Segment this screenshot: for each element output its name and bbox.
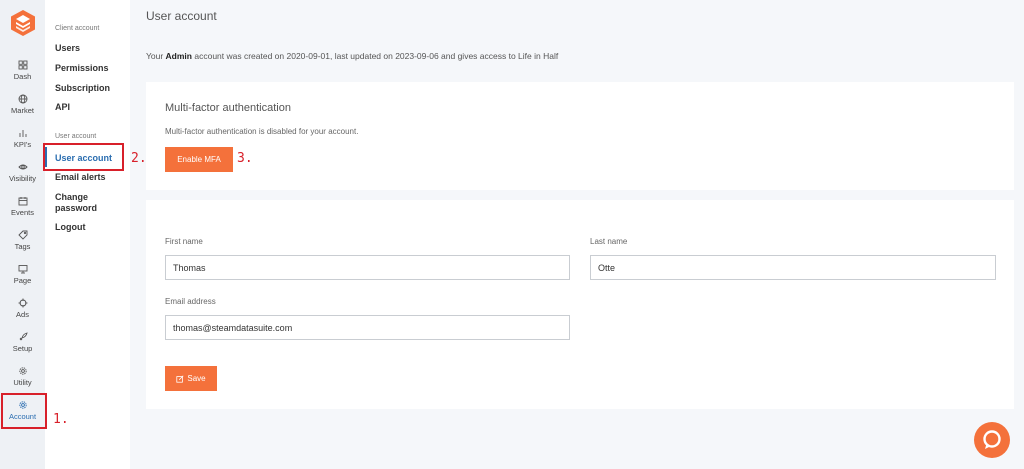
rail-item-label: Visibility: [9, 174, 36, 183]
subnav-item-logout[interactable]: Logout: [55, 222, 86, 232]
mfa-card: Multi-factor authentication Multi-factor…: [146, 82, 1014, 190]
secondary-nav: Client account Users Permissions Subscri…: [45, 0, 130, 469]
rail-item-label: Page: [13, 276, 32, 285]
tag-icon: [17, 230, 27, 240]
info-prefix: Your: [146, 51, 166, 61]
annotation-label-1: 1.: [53, 412, 69, 427]
email-label: Email address: [165, 297, 216, 306]
calendar-icon: [18, 197, 27, 206]
monitor-icon: [18, 265, 27, 274]
page-title: User account: [146, 9, 217, 23]
save-label: Save: [187, 374, 206, 383]
chat-button[interactable]: [974, 422, 1010, 458]
chat-icon: [983, 430, 1001, 449]
eye-icon: [17, 164, 28, 170]
rail-item-page[interactable]: Page: [0, 264, 45, 294]
info-suffix: account was created on 2020-09-01, last …: [192, 51, 559, 61]
mfa-title: Multi-factor authentication: [165, 102, 291, 114]
rail-item-utility[interactable]: Utility: [0, 366, 45, 396]
rail-item-label: Ads: [16, 310, 29, 319]
client-account-heading: Client account: [55, 25, 100, 32]
annotation-label-2: 2.: [131, 151, 147, 166]
subnav-item-subscription[interactable]: Subscription: [55, 83, 110, 93]
rail-item-label: Dash: [13, 72, 32, 81]
rail-item-setup[interactable]: Setup: [0, 332, 45, 362]
rail-item-label: Tags: [14, 242, 31, 251]
last-name-field[interactable]: [590, 255, 996, 280]
bar-chart-icon: [19, 130, 26, 137]
edit-icon: [176, 375, 184, 383]
dashboard-icon: [18, 60, 27, 70]
save-button[interactable]: Save: [165, 366, 217, 391]
first-name-label: First name: [165, 237, 203, 246]
subnav-item-change-password[interactable]: Change password: [55, 192, 125, 214]
subnav-item-api[interactable]: API: [55, 102, 70, 112]
rail-item-ads[interactable]: Ads: [0, 298, 45, 328]
rail-item-tags[interactable]: Tags: [0, 230, 45, 260]
last-name-label: Last name: [590, 237, 628, 246]
logo-icon[interactable]: [9, 9, 37, 37]
rail-item-label: Utility: [13, 378, 32, 387]
rail-item-dash[interactable]: Dash: [0, 60, 45, 90]
info-role: Admin: [165, 51, 192, 61]
email-field[interactable]: [165, 315, 570, 340]
profile-card: First name Last name Email address Save: [146, 200, 1014, 409]
annotation-box-account: [1, 393, 47, 429]
account-info: Your Admin account was created on 2020-0…: [146, 51, 558, 61]
annotation-label-3: 3.: [237, 151, 253, 166]
subnav-item-email-alerts[interactable]: Email alerts: [55, 172, 106, 182]
rail-item-market[interactable]: Market: [0, 94, 45, 124]
globe-icon: [18, 94, 27, 104]
rail-item-kpis[interactable]: KPI's: [0, 128, 45, 158]
subnav-item-permissions[interactable]: Permissions: [55, 63, 109, 73]
subnav-item-users[interactable]: Users: [55, 43, 80, 53]
rail-item-label: KPI's: [13, 140, 32, 149]
crosshair-icon: [18, 298, 27, 308]
rocket-icon: [19, 332, 28, 341]
rail-item-label: Events: [11, 208, 34, 217]
rail-item-label: Market: [11, 106, 34, 115]
rail-item-events[interactable]: Events: [0, 196, 45, 226]
enable-mfa-button[interactable]: Enable MFA: [165, 147, 233, 172]
cog-icon: [18, 367, 27, 375]
first-name-field[interactable]: [165, 255, 570, 280]
rail-item-visibility[interactable]: Visibility: [0, 162, 45, 192]
rail-item-label: Setup: [12, 344, 33, 353]
user-account-heading: User account: [55, 133, 97, 140]
mfa-status: Multi-factor authentication is disabled …: [165, 127, 359, 136]
annotation-box-user-account: [43, 143, 124, 171]
